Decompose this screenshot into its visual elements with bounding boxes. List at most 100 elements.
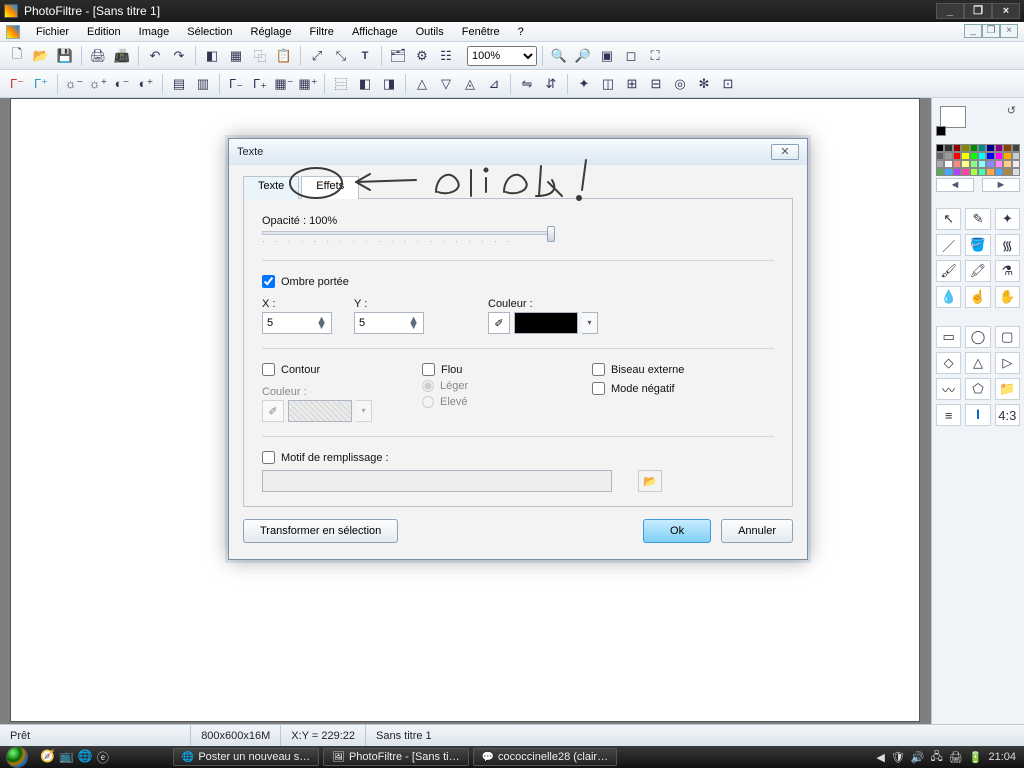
zoom-in-button[interactable]: 🔍 xyxy=(548,45,570,67)
palette-swatch[interactable] xyxy=(986,144,994,152)
tray-icon[interactable]: 🛡 xyxy=(891,751,905,764)
palette-swatch[interactable] xyxy=(944,144,952,152)
zoom-select[interactable]: 100% xyxy=(467,46,537,66)
menu-edition[interactable]: Edition xyxy=(79,24,129,40)
module2-icon[interactable]: ⊞ xyxy=(621,73,643,95)
palette-swatch[interactable] xyxy=(978,160,986,168)
palette-swatch[interactable] xyxy=(970,152,978,160)
tray-icon[interactable]: 🖧 xyxy=(931,748,943,767)
mdi-restore-button[interactable]: ❐ xyxy=(982,24,1000,38)
stamp-tool[interactable]: ⚗ xyxy=(995,260,1020,282)
dialog-close-button[interactable]: ✕ xyxy=(771,144,799,160)
shadow-checkbox[interactable] xyxy=(262,275,275,288)
flip-h-icon[interactable]: ⇋ xyxy=(516,73,538,95)
biseau-checkbox[interactable] xyxy=(592,363,605,376)
palette-swatch[interactable] xyxy=(1003,160,1011,168)
palette-swatch[interactable] xyxy=(1003,168,1011,176)
smudge-tool[interactable]: ☝ xyxy=(965,286,990,308)
open-file-button[interactable]: 📂 xyxy=(30,45,52,67)
canvas-size-button[interactable]: ⤡ xyxy=(330,45,352,67)
contrast-minus-icon[interactable]: ◐⁻ xyxy=(111,73,133,95)
shadow-y-input[interactable]: 5▲▼ xyxy=(354,312,424,334)
palette-swatch[interactable] xyxy=(1012,152,1020,160)
palette-swatch[interactable] xyxy=(1012,160,1020,168)
mode2-icon[interactable]: 𝐈 xyxy=(965,404,990,426)
palette-swatch[interactable] xyxy=(953,168,961,176)
palette-swatch[interactable] xyxy=(970,168,978,176)
menu-outils[interactable]: Outils xyxy=(408,24,452,40)
start-button[interactable] xyxy=(6,746,28,768)
palette-next-button[interactable]: ► xyxy=(982,178,1020,192)
palette-swatch[interactable] xyxy=(986,152,994,160)
automate-button[interactable]: ⚙ xyxy=(411,45,433,67)
palette-swatch[interactable] xyxy=(936,152,944,160)
ellipse-select-tool[interactable]: ◯ xyxy=(965,326,990,348)
menu-fenetre[interactable]: Fenêtre xyxy=(454,24,508,40)
motif-checkbox[interactable] xyxy=(262,451,275,464)
palette-swatch[interactable] xyxy=(1012,144,1020,152)
palette-swatch[interactable] xyxy=(944,160,952,168)
window-minimize-button[interactable]: _ xyxy=(936,3,964,19)
motif-path-input[interactable] xyxy=(262,470,612,492)
undo-button[interactable]: ↶ xyxy=(144,45,166,67)
fill-tool[interactable]: 🪣 xyxy=(965,234,990,256)
palette-swatch[interactable] xyxy=(986,160,994,168)
menu-help[interactable]: ? xyxy=(510,24,532,40)
gamma-minus-icon[interactable]: Γ₋ xyxy=(225,73,247,95)
shadow-color-well[interactable] xyxy=(514,312,578,334)
menu-affichage[interactable]: Affichage xyxy=(344,24,406,40)
tab-effets[interactable]: Effets xyxy=(301,176,359,199)
palette-swatch[interactable] xyxy=(953,160,961,168)
transform-selection-button[interactable]: Transformer en sélection xyxy=(243,519,398,543)
new-file-button[interactable]: 🗋 xyxy=(6,45,28,67)
contour-checkbox[interactable] xyxy=(262,363,275,376)
palette-swatch[interactable] xyxy=(986,168,994,176)
pipette-tool[interactable]: ✎ xyxy=(965,208,990,230)
mode3-icon[interactable]: 4:3 xyxy=(995,404,1020,426)
fullscreen-button[interactable]: ⛶ xyxy=(644,45,666,67)
scan-button[interactable]: 📠 xyxy=(111,45,133,67)
ok-button[interactable]: Ok xyxy=(643,519,711,543)
sepia-icon[interactable]: ◨ xyxy=(378,73,400,95)
brightness-minus-icon[interactable]: ☼⁻ xyxy=(63,73,85,95)
polygon-tool[interactable]: ⬠ xyxy=(965,378,990,400)
redo-button[interactable]: ↷ xyxy=(168,45,190,67)
auto-gamma-plus-button[interactable]: Γ⁺ xyxy=(30,73,52,95)
quick-launch-icon[interactable]: ⓔ xyxy=(97,749,109,766)
contrast-plus-icon[interactable]: ◐⁺ xyxy=(135,73,157,95)
taskbar-item[interactable]: 💬 cococcinelle28 (clair… xyxy=(473,748,618,766)
palette1-icon[interactable]: ▤ xyxy=(168,73,190,95)
hand-tool[interactable]: ✋ xyxy=(995,286,1020,308)
quick-launch-icon[interactable]: 🧭 xyxy=(40,749,55,766)
dialog-titlebar[interactable]: Texte ✕ xyxy=(229,139,807,165)
palette-swatch[interactable] xyxy=(978,144,986,152)
palette-swatch[interactable] xyxy=(970,144,978,152)
nozzle-icon[interactable]: ✻ xyxy=(693,73,715,95)
sharpen2-icon[interactable]: ⊿ xyxy=(483,73,505,95)
histogram-icon[interactable]: ⿳ xyxy=(330,73,352,95)
menu-image[interactable]: Image xyxy=(131,24,178,40)
tray-icon[interactable]: ◀ xyxy=(876,751,884,764)
image-size-button[interactable]: ⤢ xyxy=(306,45,328,67)
saturation-plus-icon[interactable]: ▦⁺ xyxy=(297,73,319,95)
pointer-tool[interactable]: ↖ xyxy=(936,208,961,230)
menu-selection[interactable]: Sélection xyxy=(179,24,240,40)
rect-select-tool[interactable]: ▭ xyxy=(936,326,961,348)
palette-swatch[interactable] xyxy=(961,144,969,152)
background-color-swatch[interactable] xyxy=(940,106,966,128)
palette-swatch[interactable] xyxy=(978,168,986,176)
slider-thumb[interactable] xyxy=(547,226,555,242)
palette-swatch[interactable] xyxy=(936,168,944,176)
quick-launch-icon[interactable]: 📺 xyxy=(59,749,74,766)
triangle-select-tool[interactable]: △ xyxy=(965,352,990,374)
transparency-icon[interactable]: ▦ xyxy=(225,45,247,67)
tab-texte[interactable]: Texte xyxy=(243,176,299,199)
palette2-icon[interactable]: ▥ xyxy=(192,73,214,95)
print-button[interactable]: 🖨 xyxy=(87,45,109,67)
module3-icon[interactable]: ⊟ xyxy=(645,73,667,95)
save-button[interactable]: 💾 xyxy=(54,45,76,67)
diamond-select-tool[interactable]: ◇ xyxy=(936,352,961,374)
fit-window-button[interactable]: ▣ xyxy=(596,45,618,67)
menu-fichier[interactable]: Fichier xyxy=(28,24,77,40)
text-tool-button[interactable]: T xyxy=(354,45,376,67)
